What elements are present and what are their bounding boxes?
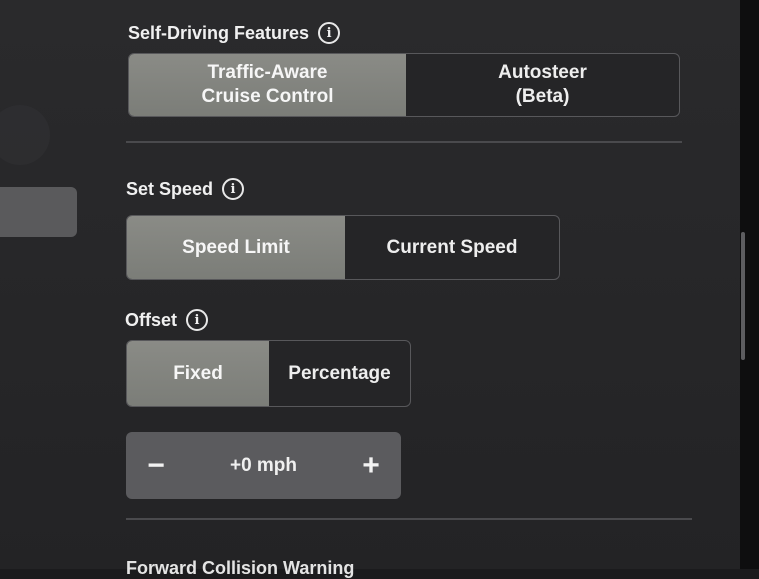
section-divider — [126, 518, 692, 520]
self-driving-heading-label: Self-Driving Features — [128, 22, 310, 43]
info-icon[interactable]: i — [222, 178, 245, 200]
sidebar-shadow — [0, 105, 50, 165]
offset-stepper: − +0 mph + — [126, 432, 401, 499]
sidebar-selected-item[interactable] — [0, 187, 77, 237]
minus-button[interactable]: − — [139, 446, 173, 486]
option-percentage[interactable]: Percentage — [269, 341, 410, 406]
offset-heading: Offset i — [125, 309, 209, 331]
offset-heading-label: Offset — [125, 309, 178, 330]
scrollbar[interactable] — [741, 232, 745, 360]
option-speed-limit[interactable]: Speed Limit — [127, 216, 345, 279]
offset-value: +0 mph — [229, 454, 298, 476]
section-divider — [126, 141, 682, 143]
set-speed-heading-label: Set Speed — [126, 178, 214, 199]
info-icon[interactable]: i — [318, 22, 341, 44]
option-fixed[interactable]: Fixed — [127, 341, 269, 406]
settings-screen: Self-Driving Features i Traffic-Aware Cr… — [0, 0, 740, 578]
info-icon[interactable]: i — [186, 309, 209, 331]
self-driving-heading: Self-Driving Features i — [128, 22, 341, 44]
option-autosteer-beta[interactable]: Autosteer (Beta) — [406, 54, 679, 116]
option-traffic-aware-cruise-control[interactable]: Traffic-Aware Cruise Control — [129, 54, 406, 116]
set-speed-heading: Set Speed i — [126, 178, 245, 200]
set-speed-selector: Speed Limit Current Speed — [126, 215, 560, 280]
offset-selector: Fixed Percentage — [126, 340, 411, 407]
self-driving-selector: Traffic-Aware Cruise Control Autosteer (… — [128, 53, 680, 117]
plus-button[interactable]: + — [354, 446, 388, 486]
option-current-speed[interactable]: Current Speed — [345, 216, 559, 279]
